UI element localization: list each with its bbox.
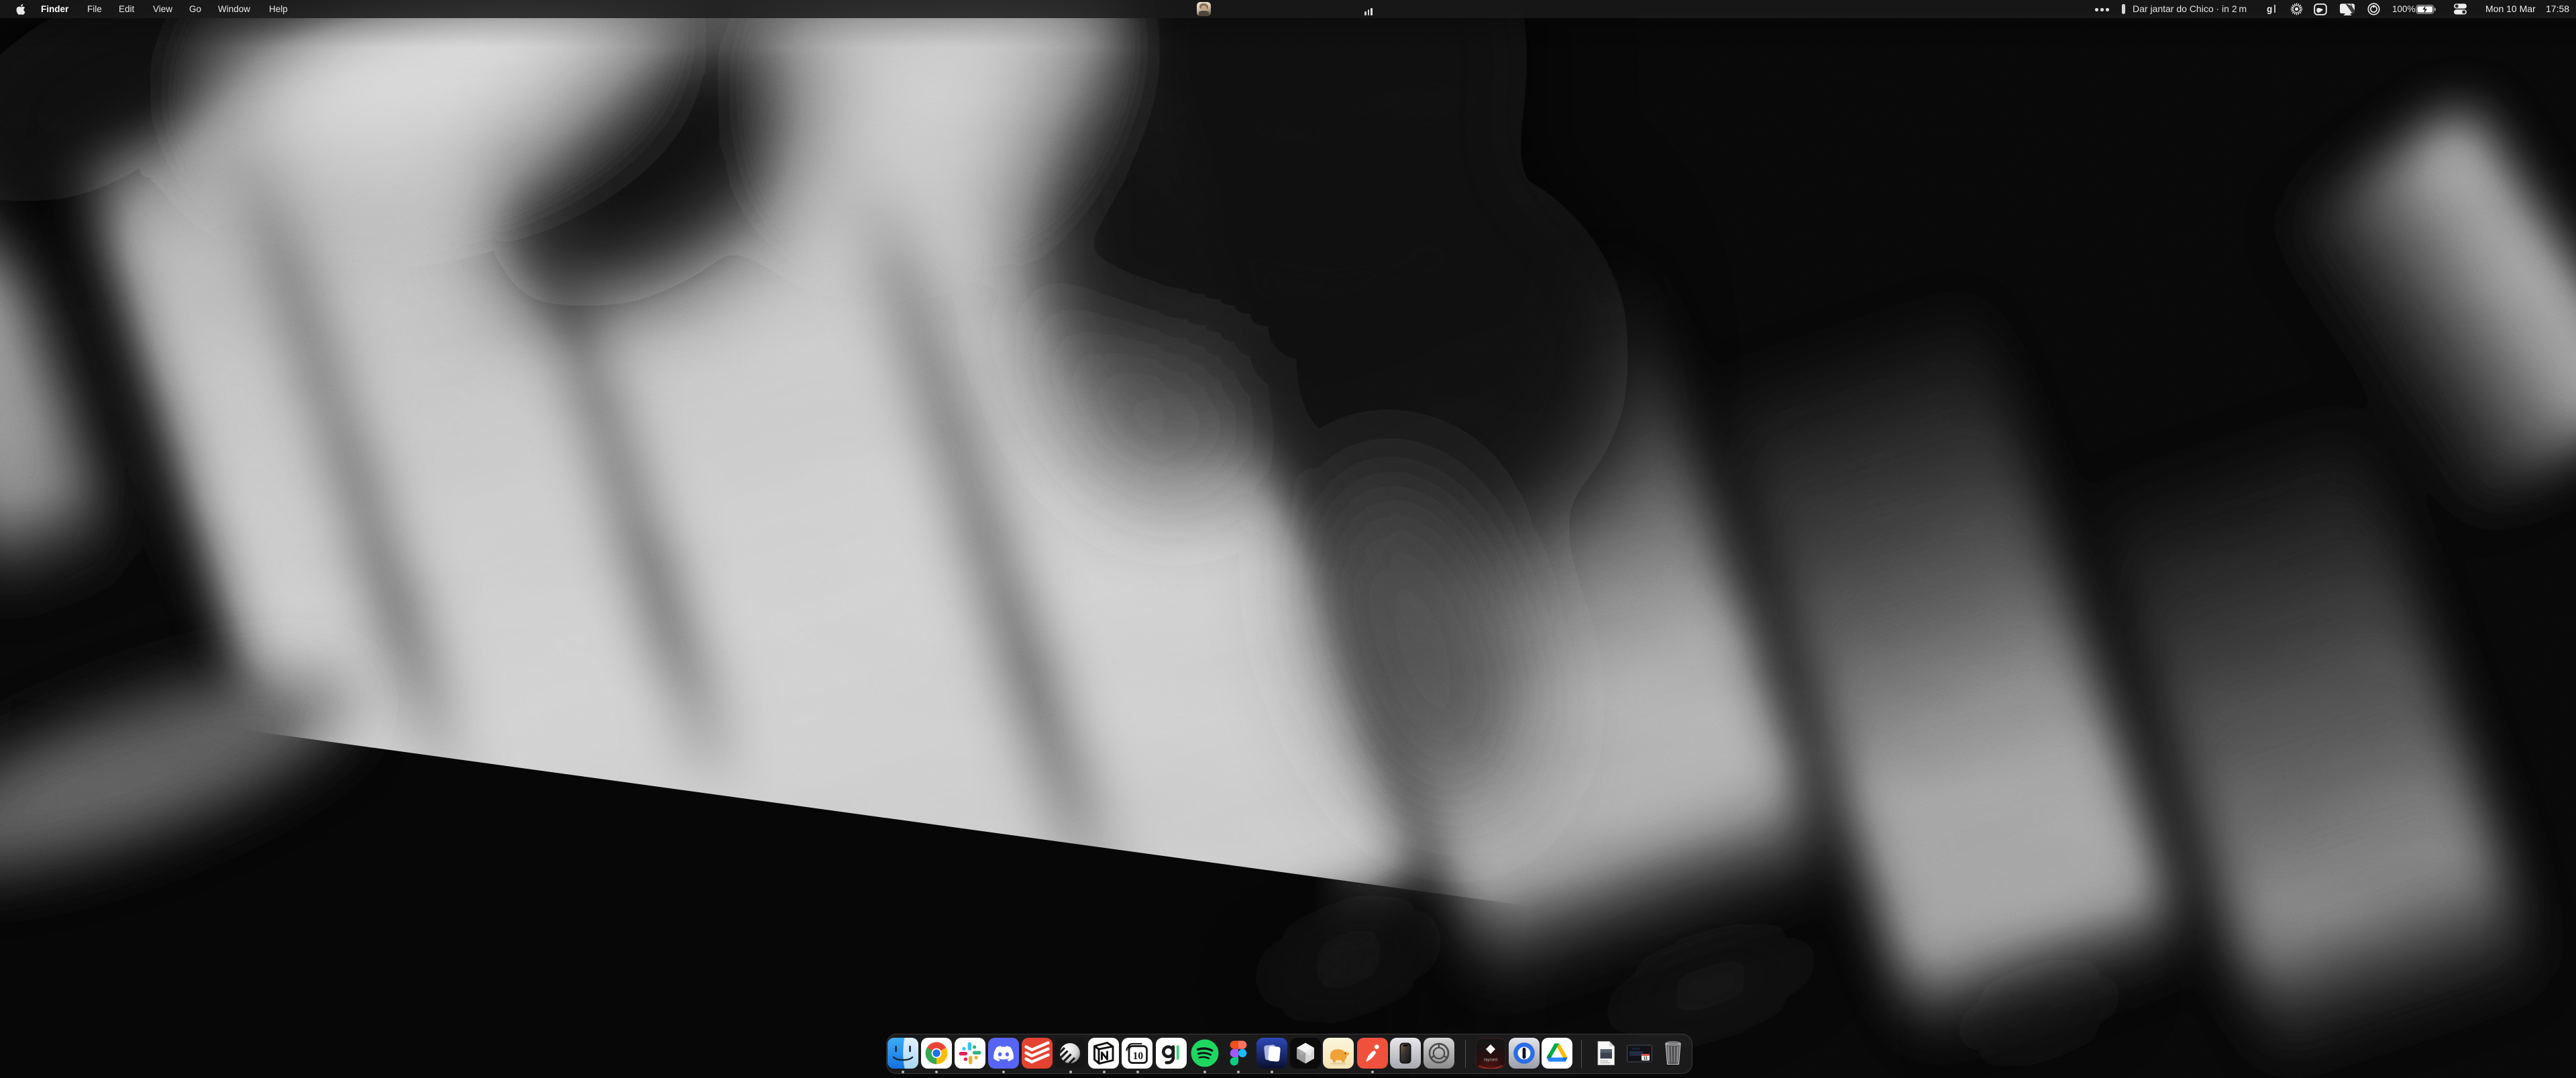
svg-text:10: 10 [1133,1050,1144,1062]
svg-text:11: 11 [1644,1057,1648,1061]
svg-text:raycast: raycast [1484,1058,1498,1063]
